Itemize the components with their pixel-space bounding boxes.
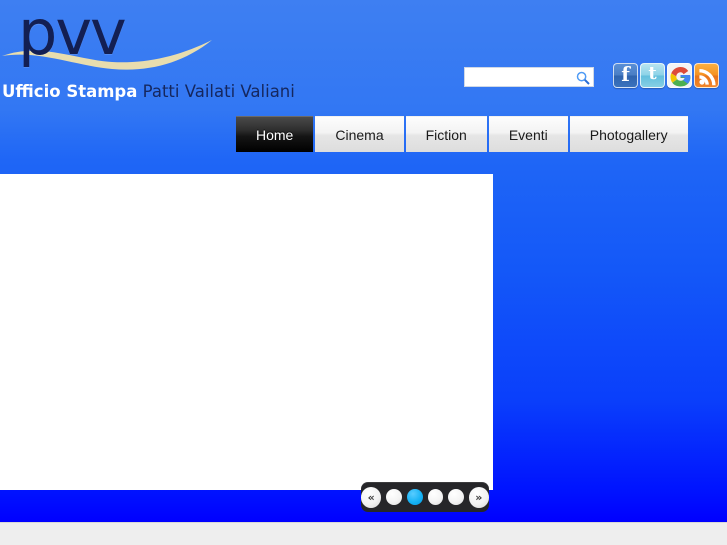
logo-wordmark: pvv xyxy=(18,0,127,69)
facebook-icon[interactable] xyxy=(613,63,638,88)
slider-dot-4[interactable] xyxy=(448,489,464,505)
slider-dot-3[interactable] xyxy=(427,489,444,505)
twitter-icon[interactable] xyxy=(640,63,665,88)
logo-tagline: Ufficio Stampa Patti Vailati Valiani xyxy=(2,82,295,101)
social-links xyxy=(613,63,721,89)
nav-item-eventi[interactable]: Eventi xyxy=(488,116,568,152)
search-box[interactable] xyxy=(464,67,594,87)
slider-prev-button[interactable]: « xyxy=(361,486,382,508)
googleplus-glyph xyxy=(670,67,691,87)
page-root: pvv Ufficio Stampa Patti Vailati Valiani xyxy=(0,0,727,545)
slider-next-button[interactable]: » xyxy=(468,486,489,508)
rss-glyph xyxy=(699,69,716,86)
site-footer xyxy=(0,522,727,545)
rss-icon[interactable] xyxy=(694,63,719,88)
slider-panel xyxy=(0,174,493,490)
slider-pagination: « » xyxy=(361,482,489,512)
googleplus-icon[interactable] xyxy=(667,63,692,88)
logo-tagline-light: Patti Vailati Valiani xyxy=(142,82,295,101)
slider-dot-2[interactable] xyxy=(406,489,423,505)
search-button[interactable] xyxy=(575,70,591,86)
nav-item-cinema[interactable]: Cinema xyxy=(315,116,404,152)
search-input[interactable] xyxy=(465,68,573,86)
site-logo[interactable]: pvv Ufficio Stampa Patti Vailati Valiani xyxy=(0,2,295,103)
search-icon xyxy=(576,71,590,85)
slider-dot-1[interactable] xyxy=(386,489,402,505)
nav-item-home[interactable]: Home xyxy=(236,116,314,152)
nav-item-photogallery[interactable]: Photogallery xyxy=(569,116,688,152)
main-navigation: Home Cinema Fiction Eventi Photogallery xyxy=(236,116,688,152)
nav-item-fiction[interactable]: Fiction xyxy=(405,116,487,152)
site-header: pvv Ufficio Stampa Patti Vailati Valiani xyxy=(0,0,727,113)
logo-tagline-strong: Ufficio Stampa xyxy=(2,82,138,101)
